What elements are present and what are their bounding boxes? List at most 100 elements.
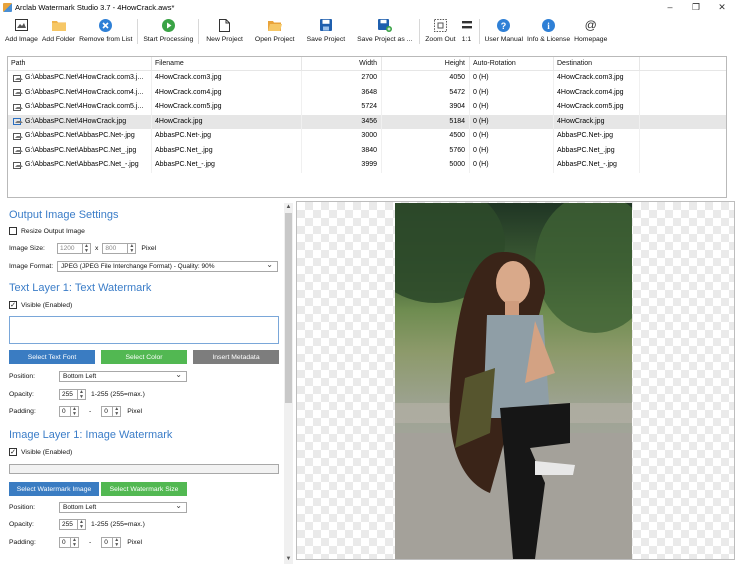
text-padding-x-value[interactable]: 0 [59,406,71,417]
filename-cell: AbbasPC.Net_.jpg [152,143,302,158]
spinner-arrows-icon[interactable]: ▲ ▼ [71,406,79,417]
image-opacity-value[interactable]: 255 [59,519,78,530]
add-image-button[interactable]: Add Image [3,15,40,48]
image-file-icon [13,161,23,169]
text-position-row: Position: Bottom Left [9,370,187,382]
image-visible-checkbox[interactable]: ✓ [9,448,17,456]
spinner-arrows-icon[interactable]: ▲ ▼ [113,406,122,417]
save-project-as-button[interactable]: Save Project as ... [351,15,416,48]
column-header-path[interactable]: Path [8,57,152,71]
table-row[interactable]: G:\AbbasPC.Net\AbbasPC.Net_-.jpg AbbasPC.… [8,158,726,173]
column-header-auto-rotation[interactable]: Auto-Rotation [470,57,554,71]
table-row[interactable]: G:\AbbasPC.Net\4HowCrack.jpg 4HowCrack.jp… [8,114,726,129]
text-padding-y-spinner[interactable]: 0 ▲ ▼ [101,406,122,417]
maximize-button[interactable]: ❐ [683,0,709,14]
file-list-table[interactable]: Path Filename Width Height Auto-Rotation… [7,56,727,198]
image-position-select[interactable]: Bottom Left [59,501,187,513]
open-project-button[interactable]: Open Project [247,15,301,48]
settings-scrollbar[interactable]: ▲ ▼ [284,203,293,564]
spinner-arrows-icon[interactable]: ▲ ▼ [83,243,91,254]
actual-size-button[interactable]: 1:1 [458,15,476,48]
text-position-select[interactable]: Bottom Left [59,370,187,382]
destination-cell: AbbasPC.Net_.jpg [554,143,640,158]
column-header-filename[interactable]: Filename [152,57,302,71]
table-row[interactable]: G:\AbbasPC.Net\4HowCrack.com5.j... 4HowCr… [8,100,726,115]
width-spinner[interactable]: 1200 ▲ ▼ [57,243,91,254]
text-opacity-value[interactable]: 255 [59,389,78,400]
resize-output-checkbox[interactable] [9,227,17,235]
size-pixel-label: Pixel [141,245,157,252]
image-opacity-row: Opacity: 255 ▲ ▼ 1-255 (255=max.) [9,519,145,530]
spinner-arrows-icon[interactable]: ▲ ▼ [113,537,122,548]
text-visible-checkbox[interactable]: ✓ [9,301,17,309]
select-watermark-image-button[interactable]: Select Watermark Image [9,482,99,496]
path-text: G:\AbbasPC.Net\4HowCrack.jpg [25,117,127,125]
toolbar-separator [198,19,200,44]
image-padding-x-spinner[interactable]: 0 ▲ ▼ [59,537,79,548]
image-opacity-spinner[interactable]: 255 ▲ ▼ [59,519,86,530]
column-header-destination[interactable]: Destination [554,57,640,71]
zoom-out-button[interactable]: Zoom Out [423,15,457,48]
spinner-arrows-icon[interactable]: ▲ ▼ [71,537,79,548]
play-icon [161,18,175,32]
resize-output-row: Resize Output Image [9,227,85,235]
add-folder-button[interactable]: Add Folder [40,15,77,48]
homepage-button[interactable]: @ Homepage [572,15,609,48]
width-value[interactable]: 1200 [57,243,83,254]
open-folder-icon [267,18,282,32]
scrollbar-thumb[interactable] [285,213,292,403]
column-header-height[interactable]: Height [382,57,470,71]
height-cell: 3904 [382,100,470,115]
scroll-up-icon[interactable]: ▲ [284,203,293,212]
table-header: Path Filename Width Height Auto-Rotation… [8,57,726,71]
auto-rotation-cell: 0 (H) [470,85,554,100]
user-manual-button[interactable]: ? User Manual [483,15,526,48]
image-padding-dash: - [89,539,92,546]
image-padding-x-value[interactable]: 0 [59,537,71,548]
text-opacity-label: Opacity: [9,391,34,398]
select-text-font-button[interactable]: Select Text Font [9,350,95,364]
table-row[interactable]: G:\AbbasPC.Net\AbbasPC.Net-.jpg AbbasPC.N… [8,129,726,144]
image-padding-y-value[interactable]: 0 [101,537,114,548]
height-cell: 5000 [382,158,470,173]
info-license-button[interactable]: i Info & License [525,15,572,48]
select-color-button[interactable]: Select Color [101,350,187,364]
image-file-icon [13,89,23,97]
start-processing-button[interactable]: Start Processing [141,15,195,48]
size-x-label: x [95,245,99,252]
preview-photo [395,203,632,559]
image-padding-label: Padding: [9,539,36,546]
save-project-button[interactable]: Save Project [301,15,352,48]
image-padding-y-spinner[interactable]: 0 ▲ ▼ [101,537,122,548]
path-cell: G:\AbbasPC.Net\AbbasPC.Net_.jpg [8,143,152,158]
text-opacity-spinner[interactable]: 255 ▲ ▼ [59,389,86,400]
auto-rotation-cell: 0 (H) [470,114,554,129]
auto-rotation-cell: 0 (H) [470,129,554,144]
watermark-image-path-field[interactable] [9,464,279,474]
spinner-arrows-icon[interactable]: ▲ ▼ [78,519,86,530]
insert-metadata-button[interactable]: Insert Metadata [193,350,279,364]
table-row[interactable]: G:\AbbasPC.Net\AbbasPC.Net_.jpg AbbasPC.N… [8,143,726,158]
text-padding-x-spinner[interactable]: 0 ▲ ▼ [59,406,79,417]
spinner-arrows-icon[interactable]: ▲ ▼ [78,389,86,400]
table-row[interactable]: G:\AbbasPC.Net\4HowCrack.com4.j... 4HowCr… [8,85,726,100]
minimize-button[interactable]: – [657,0,683,14]
watermark-text-input[interactable] [9,316,279,344]
image-padding-unit: Pixel [127,539,142,546]
filename-cell: 4HowCrack.com4.jpg [152,85,302,100]
destination-cell: AbbasPC.Net_-.jpg [554,158,640,173]
column-header-width[interactable]: Width [302,57,382,71]
height-value[interactable]: 800 [102,243,129,254]
text-padding-y-value[interactable]: 0 [101,406,114,417]
spinner-arrows-icon[interactable]: ▲ ▼ [128,243,137,254]
table-row[interactable]: G:\AbbasPC.Net\4HowCrack.com3.j... 4HowCr… [8,71,726,86]
auto-rotation-cell: 0 (H) [470,71,554,86]
close-button[interactable]: ✕ [709,0,735,14]
image-format-select[interactable]: JPEG (JPEG File Interchange Format) - Qu… [57,260,278,272]
new-project-button[interactable]: New Project [202,15,247,48]
remove-from-list-button[interactable]: Remove from List [77,15,134,48]
height-spinner[interactable]: 800 ▲ ▼ [102,243,137,254]
select-watermark-size-button[interactable]: Select Watermark Size [101,482,187,496]
scroll-down-icon[interactable]: ▼ [284,555,293,564]
image-preview[interactable] [296,201,735,560]
